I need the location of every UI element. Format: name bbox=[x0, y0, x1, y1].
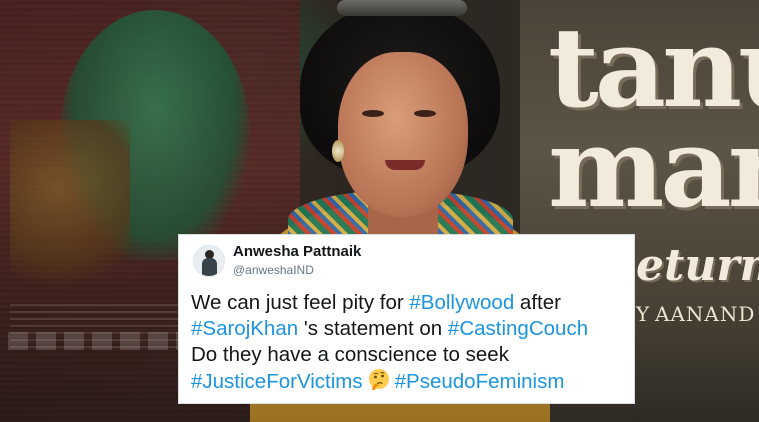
poster-logos-strip bbox=[8, 332, 183, 350]
sunglasses-on-head bbox=[337, 0, 467, 16]
author-avatar[interactable] bbox=[193, 245, 225, 277]
poster-title-line2: man bbox=[548, 103, 759, 232]
poster-decoration bbox=[10, 120, 130, 290]
tweet-line: Do they have a conscience to seek bbox=[191, 342, 631, 368]
poster-director-prefix: Y bbox=[636, 302, 650, 326]
hashtag-link[interactable]: #Bollywood bbox=[409, 291, 514, 314]
hashtag-link[interactable]: #SarojKhan bbox=[191, 317, 298, 340]
author-name[interactable]: Anwesha Pattnaik bbox=[233, 243, 361, 260]
poster-title-line3: eturn bbox=[636, 240, 759, 291]
tweet-line: #JusticeForVictims #PseudoFeminism bbox=[191, 368, 631, 395]
hashtag-link[interactable]: #PseudoFeminism bbox=[395, 370, 565, 393]
left-eye bbox=[362, 110, 384, 117]
tweet-text-segment: 's statement on bbox=[298, 317, 448, 340]
thinking-face-icon bbox=[368, 369, 389, 390]
tweet-line: #SarojKhan 's statement on #CastingCouch bbox=[191, 316, 631, 342]
tweet-card: Anwesha Pattnaik @anweshaIND We can just… bbox=[178, 234, 635, 404]
face bbox=[338, 52, 468, 217]
hashtag-link[interactable]: #JusticeForVictims bbox=[191, 370, 363, 393]
avatar-body bbox=[202, 258, 217, 276]
hashtag-link[interactable]: #CastingCouch bbox=[448, 317, 588, 340]
tweet-text-segment: after bbox=[514, 291, 561, 314]
tweet-text: We can just feel pity for #Bollywood aft… bbox=[191, 290, 631, 395]
tweet-line: We can just feel pity for #Bollywood aft… bbox=[191, 290, 631, 316]
author-handle[interactable]: @anweshaIND bbox=[233, 263, 314, 277]
tweet-text-segment: We can just feel pity for bbox=[191, 291, 410, 314]
tweet-text-segment: Do they have a conscience to seek bbox=[191, 343, 509, 366]
right-eye bbox=[414, 110, 436, 117]
earring bbox=[332, 140, 344, 162]
mouth bbox=[385, 160, 425, 170]
poster-director-name: AANAND bbox=[655, 302, 756, 326]
